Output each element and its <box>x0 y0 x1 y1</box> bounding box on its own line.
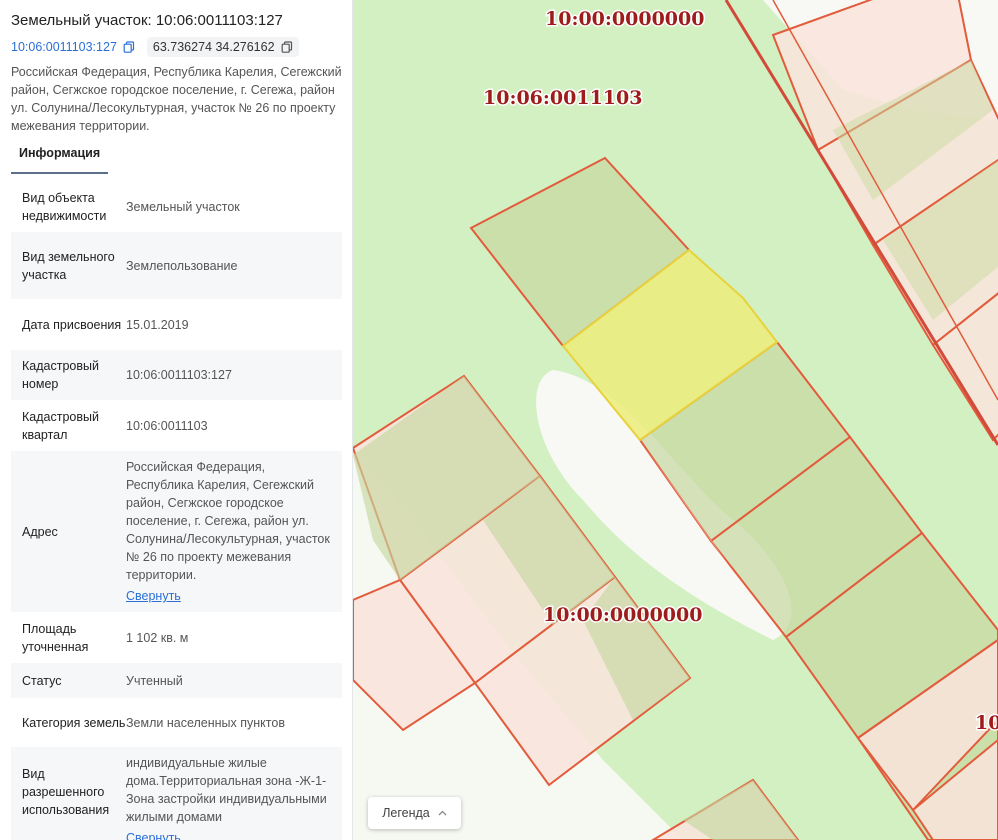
copy-icon[interactable] <box>123 41 135 53</box>
permitted-use-value: индивидуальные жилые дома.Территориальна… <box>126 756 327 824</box>
legend-label: Легенда <box>382 806 430 820</box>
parcel-address: Российская Федерация, Республика Карелия… <box>11 65 342 133</box>
collapse-permitted-use-link[interactable]: Свернуть <box>126 829 181 840</box>
cadastral-number-link[interactable]: 10:06:0011103:127 <box>11 40 135 54</box>
map-label: 10:00:0000000 <box>543 604 702 626</box>
map-svg[interactable]: 10:00:0000000 10:06:0011103 10:00:000000… <box>353 0 998 840</box>
map-label: 10:06:0011103 <box>483 87 642 109</box>
tab-bar: Информация <box>11 144 109 174</box>
row-value: Земельный участок <box>126 199 240 214</box>
info-panel: Земельный участок: 10:06:0011103:127 10:… <box>0 0 353 840</box>
id-row: 10:06:0011103:127 63.736274 34.276162 <box>11 37 299 57</box>
map-label: 10:00:0000000 <box>545 8 704 30</box>
copy-icon[interactable] <box>281 41 293 53</box>
map-label: 10 <box>975 712 998 734</box>
tab-information[interactable]: Информация <box>11 144 109 174</box>
cadastral-number-text[interactable]: 10:06:0011103:127 <box>11 40 117 54</box>
row-label: Дата присвоения <box>22 317 122 332</box>
row-label: Вид объекта недвижимости <box>22 190 107 223</box>
row-value: индивидуальные жилые дома.Территориальна… <box>126 754 342 840</box>
row-label: Категория земель <box>22 715 126 730</box>
row-label: Статус <box>22 673 62 688</box>
collapse-address-link[interactable]: Свернуть <box>126 587 181 605</box>
address-value: Российская Федерация, Республика Карелия… <box>126 460 330 582</box>
row-label: Вид разрешенного использования <box>22 767 110 817</box>
row-label: Кадастровый номер <box>22 359 99 391</box>
row-label: Площадь уточненная <box>22 621 89 654</box>
legend-button[interactable]: Легенда <box>368 797 461 829</box>
parcel-title: Земельный участок: 10:06:0011103:127 <box>11 12 283 29</box>
row-value: 10:06:0011103 <box>126 418 208 433</box>
cadastral-map-app: Земельный участок: 10:06:0011103:127 10:… <box>0 0 998 840</box>
table-row: Кадастровый квартал 10:06:0011103 <box>11 400 342 451</box>
table-row: Дата присвоения 15.01.2019 <box>11 299 342 350</box>
row-value: 1 102 кв. м <box>126 630 189 645</box>
table-row: Адрес Российская Федерация, Республика К… <box>11 451 342 612</box>
table-row: Вид разрешенного использования индивидуа… <box>11 747 342 840</box>
row-label: Кадастровый квартал <box>22 409 99 442</box>
map-canvas[interactable]: 10:00:0000000 10:06:0011103 10:00:000000… <box>353 0 998 840</box>
table-row: Площадь уточненная 1 102 кв. м <box>11 612 342 663</box>
row-label: Вид земельного участка <box>22 249 115 282</box>
table-row: Кадастровый номер 10:06:0011103:127 <box>11 350 342 400</box>
row-value: Земли населенных пунктов <box>126 715 285 730</box>
coordinates-chip[interactable]: 63.736274 34.276162 <box>146 37 299 57</box>
table-row: Статус Учтенный <box>11 663 342 698</box>
row-value: 10:06:0011103:127 <box>126 368 232 382</box>
row-value: 15.01.2019 <box>126 317 189 332</box>
coordinates-text: 63.736274 34.276162 <box>152 40 275 54</box>
row-value: Российская Федерация, Республика Карелия… <box>126 458 342 605</box>
table-row: Вид земельного участка Землепользование <box>11 232 342 299</box>
chevron-up-icon <box>438 810 447 816</box>
row-value: Землепользование <box>126 258 238 273</box>
info-table: Вид объекта недвижимости Земельный участ… <box>11 181 342 840</box>
row-label: Адрес <box>22 524 58 539</box>
row-value: Учтенный <box>126 673 183 688</box>
table-row: Вид объекта недвижимости Земельный участ… <box>11 181 342 232</box>
table-row: Категория земель Земли населенных пункто… <box>11 698 342 747</box>
